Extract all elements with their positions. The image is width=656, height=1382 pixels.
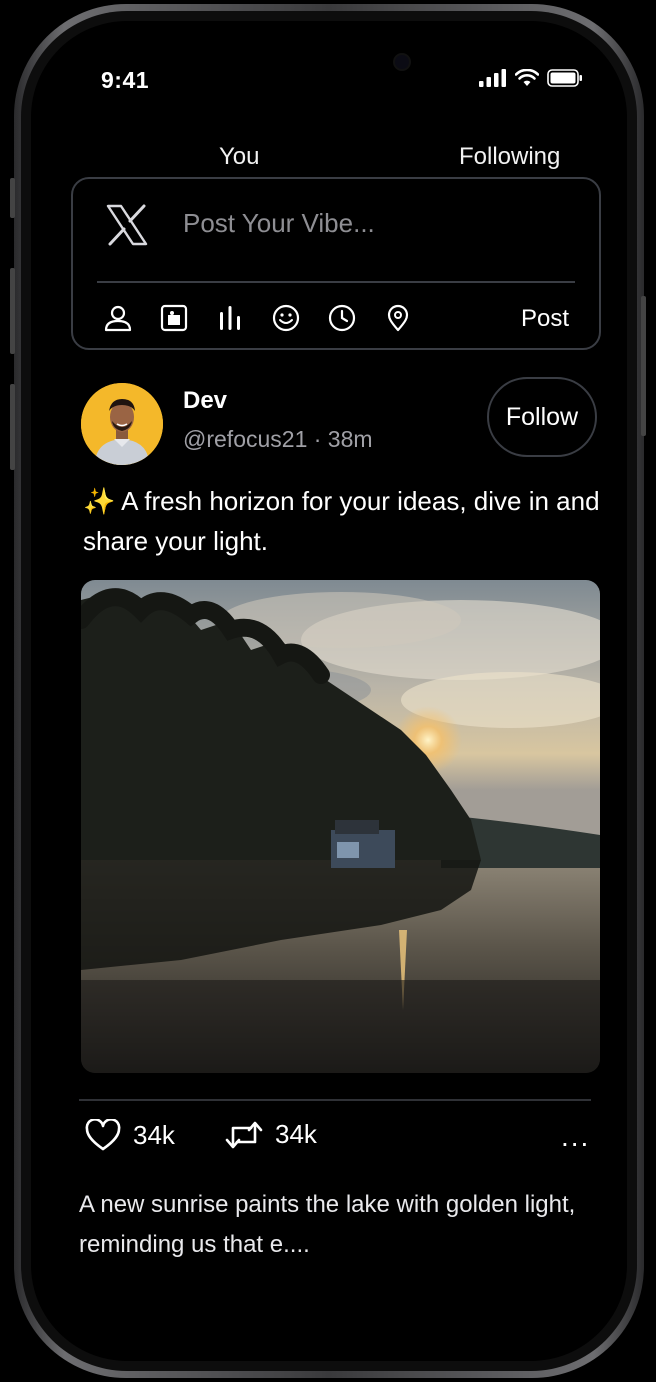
author-handle-time: @refocus21 · 38m xyxy=(183,426,373,452)
phone-frame: 9:41 You Following Post Your Vibe... Pos… xyxy=(14,4,644,1378)
heart-icon xyxy=(85,1119,121,1151)
more-options-button[interactable]: ... xyxy=(561,1121,590,1153)
x-logo-icon xyxy=(106,204,148,246)
app-screen: 9:41 You Following Post Your Vibe... Pos… xyxy=(31,21,627,1361)
power-button xyxy=(641,296,646,436)
composer-divider xyxy=(97,281,575,283)
front-camera xyxy=(395,55,409,69)
follow-button[interactable]: Follow xyxy=(487,377,597,457)
next-post-text: A new sunrise paints the lake with golde… xyxy=(79,1191,576,1258)
poll-icon[interactable] xyxy=(215,303,245,333)
status-time: 9:41 xyxy=(101,67,150,93)
like-button[interactable]: 34k xyxy=(85,1119,175,1151)
wifi-icon xyxy=(515,69,539,86)
post-image[interactable] xyxy=(81,580,600,1073)
repost-icon xyxy=(225,1121,263,1148)
schedule-icon[interactable] xyxy=(327,303,357,333)
avatar[interactable] xyxy=(81,383,163,465)
profile-icon[interactable] xyxy=(103,303,133,333)
post-text: ✨ A fresh horizon for your ideas, dive i… xyxy=(83,481,603,561)
repost-button[interactable]: 34k xyxy=(225,1119,317,1150)
like-count: 34k xyxy=(133,1119,175,1150)
post-body: A fresh horizon for your ideas, dive in … xyxy=(83,486,600,556)
composer-toolbar xyxy=(103,303,413,333)
tab-you[interactable]: You xyxy=(219,143,260,171)
repost-count: 34k xyxy=(275,1119,317,1149)
post-button[interactable]: Post xyxy=(521,305,569,333)
tab-following[interactable]: Following xyxy=(459,143,560,171)
signal-icon xyxy=(479,69,506,87)
actions-divider xyxy=(79,1099,591,1101)
image-icon[interactable] xyxy=(159,303,189,333)
author-name[interactable]: Dev xyxy=(183,387,227,415)
sparkles-emoji: ✨ xyxy=(83,486,116,516)
location-icon[interactable] xyxy=(383,303,413,333)
silent-switch xyxy=(10,178,15,218)
volume-down-button xyxy=(10,384,15,470)
status-icons xyxy=(479,69,583,87)
compose-input[interactable] xyxy=(183,203,563,243)
battery-icon xyxy=(547,69,582,87)
volume-up-button xyxy=(10,268,15,354)
emoji-icon[interactable] xyxy=(271,303,301,333)
post-composer: Post xyxy=(71,177,601,350)
phone-bezel: 9:41 You Following Post Your Vibe... Pos… xyxy=(21,11,637,1371)
